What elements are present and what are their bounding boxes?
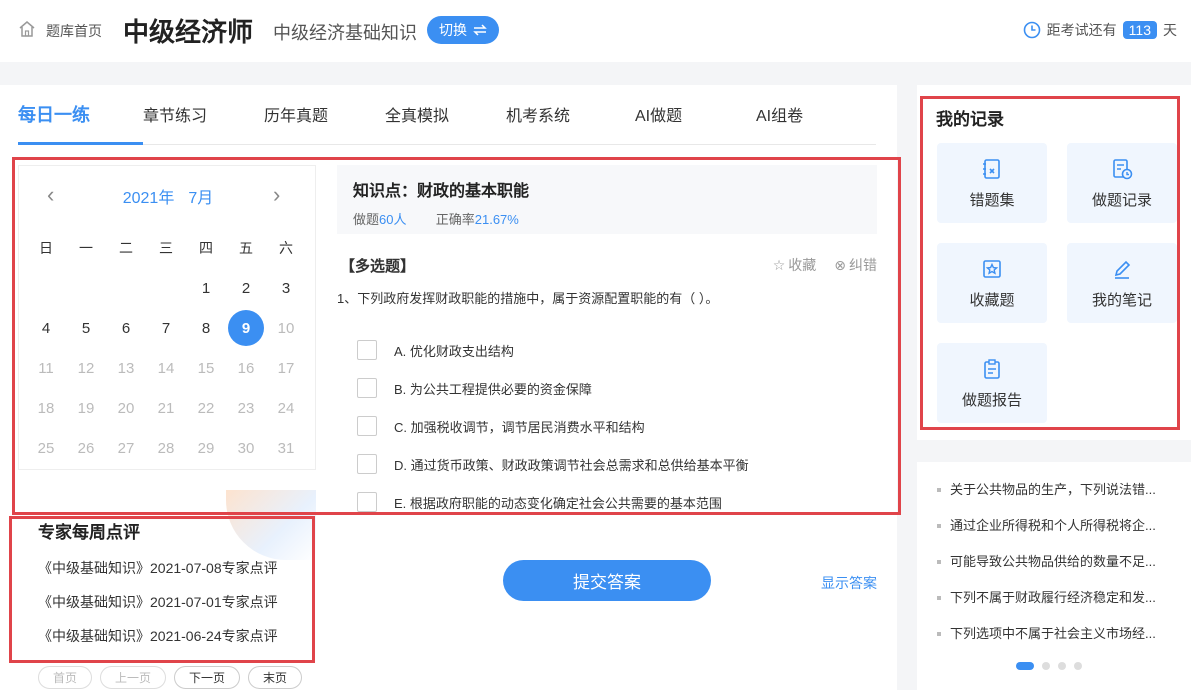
feed-item-text: 通过企业所得税和个人所得税将企...: [950, 516, 1156, 536]
exam-countdown: 距考试还有 113 天: [1023, 20, 1177, 40]
bullet-icon: [937, 524, 941, 528]
highlight-box-expert: [9, 516, 315, 663]
carousel-dot[interactable]: [1074, 662, 1082, 670]
feed-item-text: 下列选项中不属于社会主义市场经...: [950, 624, 1156, 644]
feed-item[interactable]: 关于公共物品的生产，下列说法错...: [937, 480, 1156, 516]
header: 题库首页 中级经济师 中级经济基础知识 切换 距考试还有 113 天: [0, 0, 1191, 62]
carousel-dot[interactable]: [1042, 662, 1050, 670]
tab-ai-practice[interactable]: AI做题: [635, 105, 756, 145]
switch-button[interactable]: 切换: [427, 16, 499, 44]
countdown-days: 113: [1123, 21, 1157, 39]
page-title: 中级经济师: [123, 12, 253, 49]
swap-icon: [473, 24, 487, 36]
carousel-dot[interactable]: [1016, 662, 1034, 670]
bullet-icon: [937, 632, 941, 636]
tab-daily[interactable]: 每日一练: [18, 105, 143, 145]
countdown-unit: 天: [1163, 20, 1177, 40]
feed-item[interactable]: 通过企业所得税和个人所得税将企...: [937, 516, 1156, 552]
tab-bar: 每日一练 章节练习 历年真题 全真模拟 机考系统 AI做题 AI组卷: [18, 105, 876, 145]
feed-item[interactable]: 下列不属于财政履行经济稳定和发...: [937, 588, 1156, 624]
home-icon[interactable]: [18, 20, 36, 38]
tab-computer-exam[interactable]: 机考系统: [506, 105, 635, 145]
tab-past-exams[interactable]: 历年真题: [264, 105, 385, 145]
submit-answer-button[interactable]: 提交答案: [503, 560, 711, 601]
question-feed-list: 关于公共物品的生产，下列说法错... 通过企业所得税和个人所得税将企... 可能…: [937, 480, 1156, 660]
countdown-label: 距考试还有: [1047, 20, 1117, 40]
subject-name: 中级经济基础知识: [273, 19, 417, 45]
bullet-icon: [937, 560, 941, 564]
home-link[interactable]: 题库首页: [46, 21, 102, 41]
question-feed-panel: 关于公共物品的生产，下列说法错... 通过企业所得税和个人所得税将企... 可能…: [917, 462, 1191, 690]
show-answer-link[interactable]: 显示答案: [821, 573, 877, 593]
pagination: 首页 上一页 下一页 末页: [38, 666, 302, 689]
feed-item-text: 关于公共物品的生产，下列说法错...: [950, 480, 1156, 500]
clock-icon: [1023, 21, 1041, 39]
highlight-box-records: [920, 96, 1180, 430]
switch-label: 切换: [439, 20, 467, 40]
highlight-box-question: [12, 157, 901, 515]
bullet-icon: [937, 488, 941, 492]
feed-item[interactable]: 下列选项中不属于社会主义市场经...: [937, 624, 1156, 660]
bullet-icon: [937, 596, 941, 600]
tab-ai-paper[interactable]: AI组卷: [756, 105, 856, 145]
feed-item[interactable]: 可能导致公共物品供给的数量不足...: [937, 552, 1156, 588]
tab-mock[interactable]: 全真模拟: [385, 105, 506, 145]
feed-item-text: 下列不属于财政履行经济稳定和发...: [950, 588, 1156, 608]
first-page-button[interactable]: 首页: [38, 666, 92, 689]
tab-chapter[interactable]: 章节练习: [143, 105, 264, 145]
prev-page-button[interactable]: 上一页: [100, 666, 166, 689]
carousel-dot[interactable]: [1058, 662, 1066, 670]
last-page-button[interactable]: 末页: [248, 666, 302, 689]
carousel-dots: [1016, 662, 1082, 670]
feed-item-text: 可能导致公共物品供给的数量不足...: [950, 552, 1156, 572]
next-page-button[interactable]: 下一页: [174, 666, 240, 689]
